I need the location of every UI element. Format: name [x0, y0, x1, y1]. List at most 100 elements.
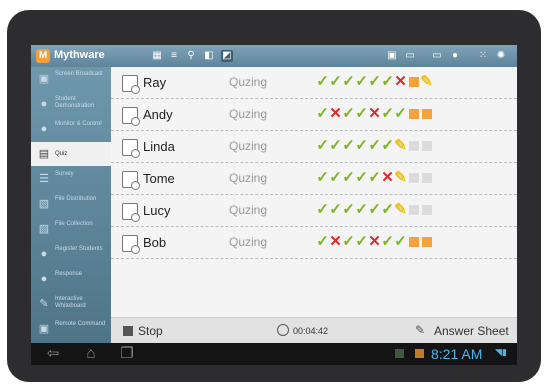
sidebar-item-register-students[interactable]: ● Register Students [31, 242, 111, 266]
correct-check-icon: ✓ [342, 201, 355, 218]
sidebar-item-label: Survey [55, 171, 74, 177]
list-icon[interactable]: ≡ [168, 50, 180, 62]
correct-check-icon: ✓ [355, 137, 368, 154]
sidebar-item-monitor-control[interactable]: ● Monitor & Control [31, 117, 111, 141]
back-icon[interactable]: ⇦ [43, 345, 63, 363]
correct-check-icon: ✓ [394, 233, 407, 250]
apps-icon[interactable]: ⁙ [477, 50, 489, 62]
quiz-icon: ▤ [38, 148, 50, 160]
correct-check-icon: ✓ [316, 137, 329, 154]
student-avatar-icon [122, 235, 140, 254]
monitor-control-icon: ● [40, 123, 48, 135]
student-avatar-icon [122, 75, 140, 94]
correct-check-icon: ✓ [342, 233, 355, 250]
sidebar-item-interactive-whiteboard[interactable]: ✎ Interactive Whiteboard [31, 292, 111, 316]
correct-check-icon: ✓ [329, 169, 342, 186]
correct-check-icon: ✓ [355, 201, 368, 218]
file-distribution-icon: ▧ [38, 198, 50, 210]
pending-box-icon [408, 172, 419, 183]
answer-sheet-button[interactable]: Answer Sheet [434, 324, 509, 338]
wrong-cross-icon: ✕ [394, 73, 407, 90]
sidebar-item-file-collection[interactable]: ▨ File Collection [31, 217, 111, 241]
wrong-cross-icon: ✕ [329, 233, 342, 250]
sidebar-item-quiz[interactable]: ▤ Quiz [31, 142, 111, 166]
app-screen: M Mythware ▦ ≡ ⚲ ◧ ◩ ▣ ▭ ▭ ● ⁙ ✺ ▣ Scree… [31, 45, 517, 343]
answered-box-icon [408, 108, 419, 119]
window-icon[interactable]: ◧ [203, 50, 215, 62]
student-row[interactable]: Linda Quzing ✓✓✓✓✓✓✎ [111, 131, 517, 163]
sidebar-item-screen-broadcast[interactable]: ▣ Screen Broadcast [31, 67, 111, 91]
student-status: Quzing [229, 107, 268, 121]
screen-icon[interactable]: ▣ [386, 50, 398, 62]
in-progress-pencil-icon: ✎ [394, 169, 407, 186]
top-toolbar: M Mythware ▦ ≡ ⚲ ◧ ◩ ▣ ▭ ▭ ● ⁙ ✺ [31, 45, 517, 67]
correct-check-icon: ✓ [355, 73, 368, 90]
sidebar-item-label: File Collection [55, 221, 93, 227]
bottom-bar: Stop 00:04:42 ✎ Answer Sheet [111, 317, 517, 343]
tree-icon[interactable]: ⚲ [185, 50, 197, 62]
sidebar-item-label: Quiz [55, 151, 68, 157]
student-row[interactable]: Ray Quzing ✓✓✓✓✓✓✕ ✎ [111, 67, 517, 99]
student-row[interactable]: Lucy Quzing ✓✓✓✓✓✓✎ [111, 195, 517, 227]
remote-command-icon: ▣ [38, 323, 50, 335]
sidebar-item-label: File Distribution [55, 196, 97, 202]
correct-check-icon: ✓ [342, 73, 355, 90]
sidebar-item-label: Monitor & Control [55, 121, 102, 127]
student-status: Quzing [229, 75, 268, 89]
student-name: Bob [143, 235, 167, 250]
notification-icon [395, 349, 404, 358]
sidebar-item-label: Screen Broadcast [55, 71, 103, 77]
answered-box-icon [408, 76, 419, 87]
sidebar-item-label: Response [55, 271, 83, 277]
wifi-icon: ◥▮ [495, 347, 507, 357]
monitor-icon[interactable]: ▭ [404, 50, 416, 62]
student-row[interactable]: Bob Quzing ✓✕✓✓✕✓✓ [111, 227, 517, 259]
answer-sheet-icon[interactable]: ✎ [415, 324, 427, 336]
wrong-cross-icon: ✕ [368, 233, 381, 250]
stop-button[interactable]: Stop [138, 324, 163, 338]
student-avatar-icon [122, 107, 140, 126]
system-clock: 8:21 AM [431, 346, 483, 362]
mythware-logo-icon: M [36, 49, 50, 63]
student-name: Andy [143, 107, 173, 122]
correct-check-icon: ✓ [342, 105, 355, 122]
sidebar-item-file-distribution[interactable]: ▧ File Distribution [31, 192, 111, 216]
response-icon: ● [40, 273, 48, 285]
correct-check-icon: ✓ [355, 169, 368, 186]
correct-check-icon: ✓ [381, 73, 394, 90]
correct-check-icon: ✓ [368, 201, 381, 218]
correct-check-icon: ✓ [316, 105, 329, 122]
correct-check-icon: ✓ [316, 233, 329, 250]
app-notification-icon [415, 349, 424, 358]
student-row[interactable]: Andy Quzing ✓✕✓✓✕✓✓ [111, 99, 517, 131]
grid-icon[interactable]: ▦ [151, 50, 163, 62]
answered-box-icon [421, 108, 432, 119]
student-row[interactable]: Tome Quzing ✓✓✓✓✓✕✎ [111, 163, 517, 195]
stop-icon[interactable] [123, 326, 133, 336]
student-name: Linda [143, 139, 175, 154]
wrong-cross-icon: ✕ [381, 169, 394, 186]
settings-icon[interactable]: ✺ [495, 50, 507, 62]
student-demo-icon: ● [40, 98, 48, 110]
display-icon[interactable]: ▭ [431, 50, 443, 62]
sidebar-item-student-demonstration[interactable]: ● Student Demonstration [31, 92, 111, 116]
sidebar-item-survey[interactable]: ☰ Survey [31, 167, 111, 191]
correct-check-icon: ✓ [381, 137, 394, 154]
answer-marks: ✓✓✓✓✓✓✕ ✎ [316, 73, 433, 93]
app-title: Mythware [54, 49, 105, 61]
recent-apps-icon[interactable]: ❐ [117, 345, 137, 363]
correct-check-icon: ✓ [394, 105, 407, 122]
student-name: Lucy [143, 203, 171, 218]
correct-check-icon: ✓ [355, 105, 368, 122]
quiz-mode-icon[interactable]: ◩ [221, 50, 233, 62]
student-status: Quzing [229, 139, 268, 153]
sidebar-item-response[interactable]: ● Response [31, 267, 111, 291]
correct-check-icon: ✓ [316, 201, 329, 218]
correct-check-icon: ✓ [368, 169, 381, 186]
sidebar-item-remote-command[interactable]: ▣ Remote Command [31, 317, 111, 341]
correct-check-icon: ✓ [381, 201, 394, 218]
quiz-timer: 00:04:42 [293, 326, 329, 336]
chat-icon[interactable]: ● [449, 50, 461, 62]
home-icon[interactable]: ⌂ [81, 345, 101, 363]
student-name: Tome [143, 171, 175, 186]
